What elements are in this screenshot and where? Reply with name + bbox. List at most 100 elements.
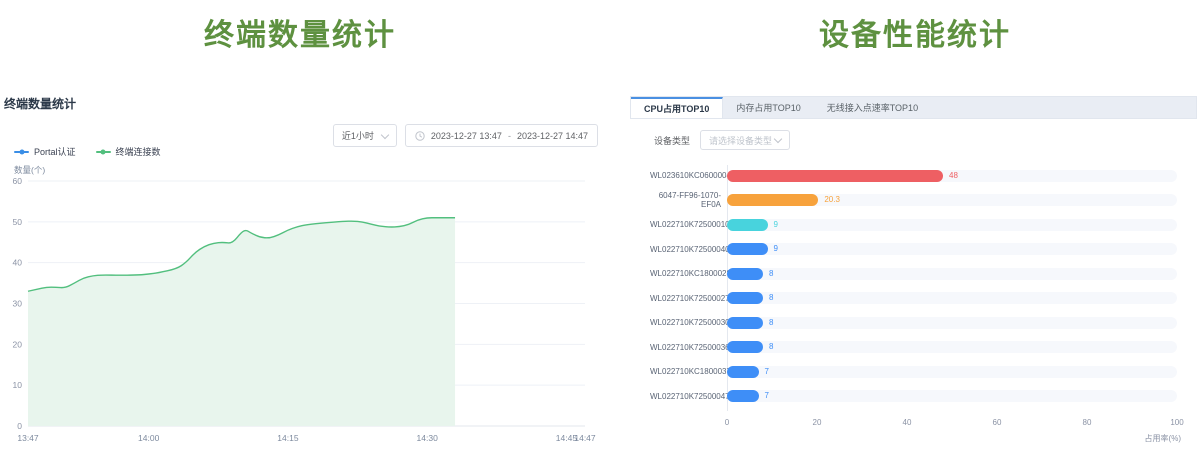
tab-0[interactable]: CPU占用TOP10	[631, 97, 723, 118]
bar-fill	[727, 170, 943, 182]
bar-value-label: 48	[949, 170, 958, 182]
tab-1[interactable]: 内存占用TOP10	[723, 97, 813, 118]
bar-track	[727, 366, 1177, 378]
device-type-row: 设备类型 请选择设备类型	[654, 130, 790, 150]
bar-row: WL022710K7250002728	[630, 286, 1197, 311]
y-tick-label: 50	[13, 217, 23, 227]
bar-fill	[727, 243, 768, 255]
x-tick-label: 40	[903, 418, 912, 427]
bar-track	[727, 243, 1177, 255]
bar-row: WL022710K7250004707	[630, 384, 1197, 409]
bar-fill	[727, 292, 763, 304]
bar-row: WL022710K725000307 8	[630, 310, 1197, 335]
device-type-placeholder: 请选择设备类型	[709, 134, 772, 147]
bar-plot: 8	[727, 341, 1177, 353]
bar-row: WL023610KC06000043 48	[630, 163, 1197, 188]
y-tick-label: 30	[13, 299, 23, 309]
end-time: 2023-12-27 14:47	[517, 131, 588, 141]
y-tick-label: 0	[17, 421, 22, 431]
cpu-top10-bar-chart: WL023610KC06000043 48 6047-FF96-1070-EF0A 2…	[630, 163, 1197, 448]
x-tick-label: 14:30	[417, 433, 439, 443]
bar-fill	[727, 194, 818, 206]
left-section-title: 终端数量统计	[0, 10, 600, 54]
clock-icon	[415, 131, 425, 141]
x-tick-label: 60	[993, 418, 1002, 427]
bar-value-label: 9	[774, 243, 778, 255]
bar-plot: 20.3	[727, 194, 1177, 206]
bar-value-label: 8	[769, 268, 773, 280]
bar-value-label: 8	[769, 317, 773, 329]
bar-category-label: 6047-FF96-1070-EF0A	[650, 191, 727, 209]
time-range-select[interactable]: 近1小时	[333, 124, 397, 147]
device-type-select[interactable]: 请选择设备类型	[700, 130, 790, 150]
chevron-down-icon	[381, 130, 389, 138]
x-axis-ticks: 020406080100	[727, 418, 1177, 430]
x-tick-label: 100	[1170, 418, 1183, 427]
bar-row: WL022710KC18000280 8	[630, 261, 1197, 286]
right-section-title: 设备性能统计	[630, 10, 1200, 54]
x-tick-label: 0	[725, 418, 729, 427]
bar-track	[727, 317, 1177, 329]
x-tick-label: 80	[1083, 418, 1092, 427]
bar-plot: 9	[727, 243, 1177, 255]
bar-category-label: WL022710K725000409	[650, 245, 727, 254]
bar-fill	[727, 219, 768, 231]
bar-category-label: WL022710K725000307	[650, 318, 727, 327]
y-axis-name: 数量(个)	[14, 165, 45, 175]
bar-value-label: 20.3	[824, 194, 840, 206]
terminal-stats-panel: 终端数量统计 终端数量统计 近1小时 2023-12-27 13:47 - 20…	[0, 0, 600, 456]
x-tick-label: 14:47	[574, 433, 596, 443]
legend-item-0[interactable]: Portal认证	[14, 145, 76, 158]
x-tick-label: 14:15	[277, 433, 299, 443]
bar-plot: 8	[727, 317, 1177, 329]
chevron-down-icon	[774, 135, 782, 143]
y-tick-label: 20	[13, 339, 23, 349]
terminal-count-line-chart: 0 10 20 30 40 50 60数量(个) 13:47 14:00 14:15 14:30 14…	[0, 164, 600, 454]
bar-value-label: 7	[765, 366, 769, 378]
bar-row: 6047-FF96-1070-EF0A 20.3	[630, 188, 1197, 213]
bar-row: WL022710K725000409 9	[630, 237, 1197, 262]
bar-category-label: WL023610KC06000043	[650, 171, 727, 180]
bar-plot: 7	[727, 390, 1177, 402]
start-time: 2023-12-27 13:47	[431, 131, 502, 141]
bar-fill	[727, 366, 759, 378]
bar-plot: 9	[727, 219, 1177, 231]
bar-value-label: 8	[769, 341, 773, 353]
bar-category-label: WL022710K725000470	[650, 392, 727, 401]
bar-value-label: 8	[769, 292, 773, 304]
bar-category-label: WL022710K725000102	[650, 220, 727, 229]
tab-2[interactable]: 无线接入点速率TOP10	[814, 97, 931, 118]
legend: Portal认证 终端连接数	[14, 145, 161, 158]
legend-label: 终端连接数	[116, 145, 161, 158]
area-fill	[28, 218, 455, 426]
bar-category-label: WL022710KC18000280	[650, 269, 727, 278]
time-controls: 近1小时 2023-12-27 13:47 - 2023-12-27 14:47	[333, 124, 598, 147]
bar-fill	[727, 341, 763, 353]
time-separator: -	[508, 131, 511, 141]
date-range-picker[interactable]: 2023-12-27 13:47 - 2023-12-27 14:47	[405, 124, 598, 147]
x-tick-label: 13:47	[17, 433, 39, 443]
legend-label: Portal认证	[34, 145, 76, 158]
y-tick-label: 60	[13, 176, 23, 186]
bar-fill	[727, 390, 759, 402]
performance-tabs: CPU占用TOP10内存占用TOP10无线接入点速率TOP10	[630, 96, 1197, 119]
time-range-value: 近1小时	[342, 129, 374, 142]
bar-track	[727, 219, 1177, 231]
x-axis-title: 占用率(%)	[1145, 433, 1181, 444]
x-tick-label: 14:00	[138, 433, 160, 443]
bar-row: WL022710KC18000372 7	[630, 359, 1197, 384]
bar-fill	[727, 317, 763, 329]
bar-category-label: WL022710KC18000372	[650, 367, 727, 376]
bar-track	[727, 341, 1177, 353]
bar-value-label: 9	[774, 219, 778, 231]
legend-item-1[interactable]: 终端连接数	[96, 145, 161, 158]
y-tick-label: 40	[13, 258, 23, 268]
bar-category-label: WL022710K725000369	[650, 343, 727, 352]
bar-plot: 8	[727, 268, 1177, 280]
y-tick-label: 10	[13, 380, 23, 390]
bar-plot: 48	[727, 170, 1177, 182]
legend-marker-icon	[14, 151, 29, 153]
bar-row: WL022710K725000369 8	[630, 335, 1197, 360]
bar-plot: 7	[727, 366, 1177, 378]
bar-track	[727, 292, 1177, 304]
